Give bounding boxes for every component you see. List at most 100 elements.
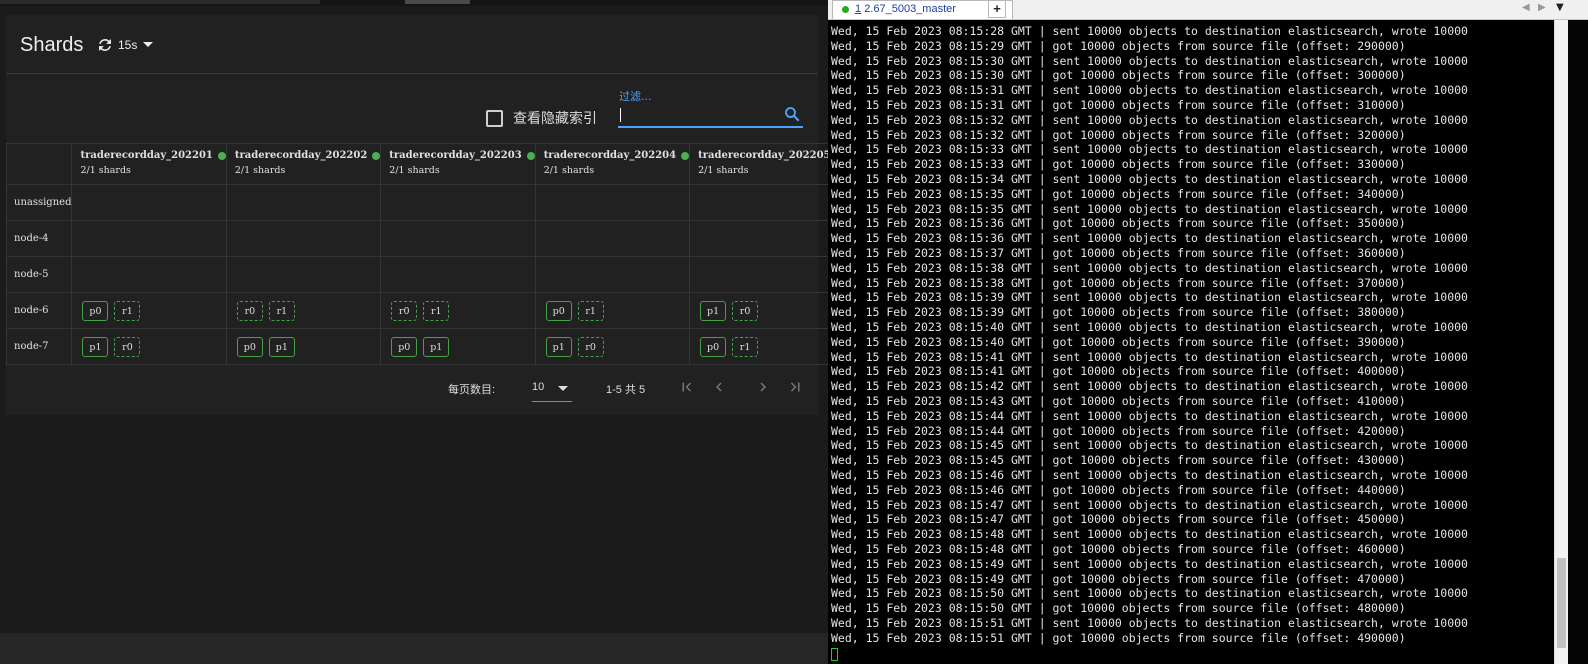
- terminal-line: Wed, 15 Feb 2023 08:15:33 GMT | sent 100…: [831, 142, 1468, 157]
- primary-shard-chip[interactable]: p1: [82, 336, 109, 357]
- filter-label: 过滤...: [619, 90, 652, 103]
- refresh-interval-value: 15s: [118, 38, 138, 52]
- refresh-icon: [99, 39, 111, 51]
- shard-cell: [225, 184, 382, 221]
- table-header-row: traderecordday_202201 2/1 shards tradere…: [5, 143, 845, 185]
- shard-cell: [534, 220, 691, 257]
- replica-shard-chip[interactable]: r0: [236, 300, 263, 321]
- terminal-line: Wed, 15 Feb 2023 08:15:30 GMT | sent 100…: [831, 53, 1468, 68]
- shards-panel: Shards 15s 查看隐藏索引 过滤... traderecordday_2…: [5, 15, 845, 415]
- node-name: node-6: [5, 292, 73, 329]
- terminal-line: Wed, 15 Feb 2023 08:15:33 GMT | got 1000…: [831, 157, 1406, 172]
- index-column-header[interactable]: traderecordday_202202 2/1 shards: [225, 143, 382, 185]
- terminal-scrollbar[interactable]: [1554, 20, 1568, 664]
- top-scroll-thumb[interactable]: [405, 0, 470, 4]
- index-shard-count: 2/1 shards: [698, 165, 749, 176]
- tab-list-icon[interactable]: ▼: [1556, 2, 1564, 13]
- index-name[interactable]: traderecordday_202203: [389, 150, 521, 161]
- replica-shard-chip[interactable]: r1: [114, 300, 141, 321]
- index-shard-count: 2/1 shards: [389, 165, 440, 176]
- filter-input[interactable]: [618, 104, 803, 128]
- checkbox-box[interactable]: [486, 109, 503, 127]
- shard-cell: [71, 220, 227, 257]
- terminal-output[interactable]: Wed, 15 Feb 2023 08:15:28 GMT | sent 100…: [828, 20, 1554, 664]
- primary-shard-chip[interactable]: p1: [423, 336, 450, 357]
- shard-cell: [534, 256, 691, 293]
- shard-cell: p0 r1: [689, 328, 845, 365]
- index-name[interactable]: traderecordday_202205: [698, 150, 830, 161]
- show-hidden-indices-checkbox[interactable]: 查看隐藏索引: [486, 108, 597, 128]
- index-column-header[interactable]: traderecordday_202203 2/1 shards: [380, 143, 536, 185]
- terminal-line: Wed, 15 Feb 2023 08:15:36 GMT | sent 100…: [831, 231, 1468, 246]
- index-column-header[interactable]: traderecordday_202205 2/1 shards: [689, 143, 845, 185]
- primary-shard-chip[interactable]: p0: [82, 300, 109, 321]
- terminal-scrollbar-thumb[interactable]: [1557, 558, 1566, 648]
- shard-cell: [689, 220, 845, 257]
- search-icon[interactable]: [783, 105, 801, 123]
- primary-shard-chip[interactable]: p0: [391, 336, 418, 357]
- filter-field[interactable]: 过滤...: [618, 87, 805, 129]
- index-health-dot: [681, 151, 690, 160]
- primary-shard-chip[interactable]: p1: [545, 336, 572, 357]
- shard-cell: p1 r0: [71, 328, 227, 365]
- shard-cell: [689, 184, 845, 221]
- text-caret: [620, 108, 621, 122]
- shard-cell: [689, 256, 845, 293]
- shard-cell: [380, 184, 536, 221]
- terminal-line: Wed, 15 Feb 2023 08:15:40 GMT | got 1000…: [831, 334, 1406, 349]
- replica-shard-chip[interactable]: r0: [577, 336, 604, 357]
- node-column-header: [5, 143, 73, 185]
- terminal-tab[interactable]: 1 2.67_5003_master ✕: [832, 0, 1013, 19]
- terminal-line: Wed, 15 Feb 2023 08:15:32 GMT | sent 100…: [831, 112, 1468, 127]
- first-page-icon[interactable]: [678, 378, 696, 396]
- terminal-line: Wed, 15 Feb 2023 08:15:51 GMT | sent 100…: [831, 616, 1468, 630]
- terminal-line: Wed, 15 Feb 2023 08:15:41 GMT | got 1000…: [831, 364, 1406, 379]
- terminal-line: Wed, 15 Feb 2023 08:15:44 GMT | got 1000…: [831, 423, 1406, 438]
- next-page-icon[interactable]: [754, 378, 772, 396]
- index-column-header[interactable]: traderecordday_202201 2/1 shards: [71, 143, 227, 185]
- rows-per-page-label: 每页数目:: [448, 384, 496, 396]
- replica-shard-chip[interactable]: r0: [732, 300, 759, 321]
- prev-page-icon[interactable]: [710, 378, 728, 396]
- replica-shard-chip[interactable]: r1: [577, 300, 604, 321]
- terminal-line: Wed, 15 Feb 2023 08:15:51 GMT | got 1000…: [831, 630, 1406, 645]
- replica-shard-chip[interactable]: r1: [732, 336, 759, 357]
- index-name[interactable]: traderecordday_202204: [544, 150, 676, 161]
- terminal-line: Wed, 15 Feb 2023 08:15:47 GMT | sent 100…: [831, 497, 1468, 512]
- node-name: node-4: [5, 220, 73, 257]
- index-name[interactable]: traderecordday_202201: [80, 150, 212, 161]
- primary-shard-chip[interactable]: p1: [268, 336, 295, 357]
- terminal-line: Wed, 15 Feb 2023 08:15:39 GMT | sent 100…: [831, 290, 1468, 305]
- refresh-interval-dropdown[interactable]: 15s: [96, 36, 159, 54]
- terminal-line: Wed, 15 Feb 2023 08:15:49 GMT | got 1000…: [831, 571, 1406, 586]
- terminal-line: Wed, 15 Feb 2023 08:15:46 GMT | got 1000…: [831, 482, 1406, 497]
- replica-shard-chip[interactable]: r0: [114, 336, 141, 357]
- shard-cell: p1 r0: [534, 328, 691, 365]
- terminal-line: Wed, 15 Feb 2023 08:15:36 GMT | got 1000…: [831, 216, 1406, 231]
- replica-shard-chip[interactable]: r0: [391, 300, 418, 321]
- primary-shard-chip[interactable]: p0: [700, 336, 727, 357]
- top-scroll-strip: [0, 0, 828, 6]
- footer-bar: [0, 633, 828, 664]
- index-column-header[interactable]: traderecordday_202204 2/1 shards: [534, 143, 691, 185]
- tab-scroll-left-icon[interactable]: ◀: [1522, 2, 1530, 13]
- replica-shard-chip[interactable]: r1: [268, 300, 295, 321]
- index-name[interactable]: traderecordday_202202: [235, 150, 367, 161]
- shard-cell: [534, 184, 691, 221]
- shard-cell: r0 r1: [225, 292, 382, 329]
- replica-shard-chip[interactable]: r1: [423, 300, 450, 321]
- primary-shard-chip[interactable]: p0: [236, 336, 263, 357]
- terminal-line: Wed, 15 Feb 2023 08:15:34 GMT | sent 100…: [831, 172, 1468, 186]
- tab-title: 2.67_5003_master: [864, 3, 956, 15]
- last-page-icon[interactable]: [786, 378, 804, 396]
- new-tab-button[interactable]: +: [988, 0, 1006, 18]
- terminal-line: Wed, 15 Feb 2023 08:15:46 GMT | sent 100…: [831, 468, 1468, 482]
- tab-scroll-right-icon[interactable]: ▶: [1538, 2, 1546, 13]
- chevron-down-icon: [558, 386, 568, 391]
- primary-shard-chip[interactable]: p0: [545, 300, 572, 321]
- primary-shard-chip[interactable]: p1: [700, 300, 727, 321]
- rows-per-page-select[interactable]: 10: [532, 381, 572, 402]
- node-name: node-7: [5, 328, 73, 365]
- index-health-dot: [217, 151, 226, 160]
- terminal-line: Wed, 15 Feb 2023 08:15:40 GMT | sent 100…: [831, 320, 1468, 334]
